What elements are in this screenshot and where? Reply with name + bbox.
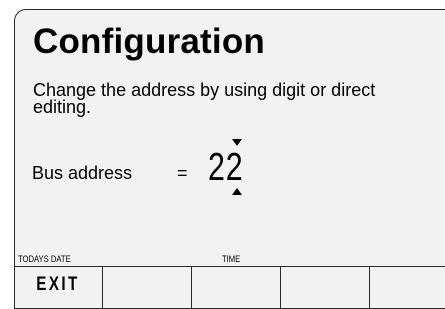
todays-date-label: TODAYS DATE [18, 254, 71, 264]
softkey-exit[interactable]: EXIT [15, 267, 103, 308]
bus-address-label: Bus address [32, 163, 133, 183]
instruction-text: Change the address by using digit or dir… [33, 80, 376, 117]
softkey-2[interactable] [103, 267, 192, 308]
status-label-row: TODAYS DATE TIME [15, 254, 445, 266]
bus-address-value[interactable]: 22 [208, 146, 243, 190]
softkey-exit-label: EXIT [36, 274, 80, 295]
softkey-4[interactable] [281, 267, 370, 308]
configuration-screen: Configuration Change the address by usin… [14, 9, 445, 309]
softkey-5[interactable] [370, 267, 445, 308]
softkey-3[interactable] [192, 267, 281, 308]
page-title: Configuration [33, 22, 265, 61]
equals-sign: = [177, 163, 188, 183]
increment-arrow-icon[interactable] [232, 188, 242, 195]
time-label: TIME [222, 254, 241, 264]
decrement-arrow-icon[interactable] [232, 139, 242, 146]
softkey-bar: EXIT [15, 266, 445, 308]
